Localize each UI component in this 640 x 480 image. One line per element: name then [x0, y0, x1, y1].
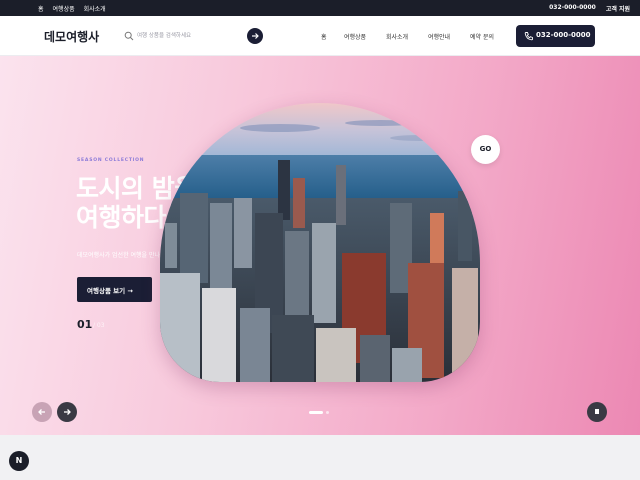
topbar-link-about[interactable]: 회사소개: [84, 4, 106, 13]
arrow-right-icon: [252, 33, 259, 39]
view-products-label: 여행상품 보기 →: [87, 287, 133, 295]
nav-item-guide[interactable]: 여행안내: [428, 32, 450, 41]
slider-next-button[interactable]: [57, 402, 77, 422]
topbar-link-products[interactable]: 여행상품: [53, 4, 75, 13]
phone-icon: [524, 32, 533, 41]
nav-item-home[interactable]: 홈: [321, 32, 327, 41]
pause-icon: [595, 409, 599, 414]
top-utility-bar: 홈 여행상품 회사소개 032-000-0000 고객 지원: [0, 0, 640, 16]
search-submit-button[interactable]: [247, 28, 263, 44]
search-input[interactable]: [137, 29, 237, 43]
chevron-right-icon: [64, 409, 71, 415]
view-products-button[interactable]: 여행상품 보기 →: [77, 277, 152, 302]
hero-eyebrow: SEASON COLLECTION: [77, 158, 145, 163]
slide-total-number: / 03: [93, 322, 105, 329]
slide-current-number: 01: [77, 318, 93, 331]
nav-item-reservation[interactable]: 예약 문의: [470, 32, 494, 41]
topbar-phone[interactable]: 032-000-0000: [549, 4, 596, 13]
hero-banner: SEASON COLLECTION 도시의 밤을 여행하다 데모여행사가 엄선한…: [0, 56, 640, 435]
go-button[interactable]: GO: [471, 135, 500, 164]
site-header: 데모여행사 홈 여행상품 회사소개 여행안내 예약 문의 032-000-000…: [0, 16, 640, 56]
slider-pagination: [309, 411, 329, 414]
chevron-left-icon: [38, 409, 45, 415]
phone-button-label: 032-000-0000: [536, 31, 591, 39]
topbar-link-home[interactable]: 홈: [38, 4, 44, 13]
floating-n-badge[interactable]: N: [9, 451, 29, 471]
pagination-dot-active[interactable]: [309, 411, 323, 414]
nav-item-about[interactable]: 회사소개: [386, 32, 408, 41]
slider-pause-button[interactable]: [587, 402, 607, 422]
hero-city-image: [160, 103, 480, 382]
city-skyline-illustration: [160, 103, 480, 382]
nav-item-products[interactable]: 여행상품: [344, 32, 366, 41]
topbar-support-link[interactable]: 고객 지원: [606, 4, 630, 13]
search-icon: [124, 31, 134, 41]
site-logo[interactable]: 데모여행사: [44, 28, 99, 45]
slider-prev-button[interactable]: [32, 402, 52, 422]
pagination-dot[interactable]: [326, 411, 329, 414]
phone-call-button[interactable]: 032-000-0000: [516, 25, 595, 47]
search-bar: [118, 25, 266, 47]
